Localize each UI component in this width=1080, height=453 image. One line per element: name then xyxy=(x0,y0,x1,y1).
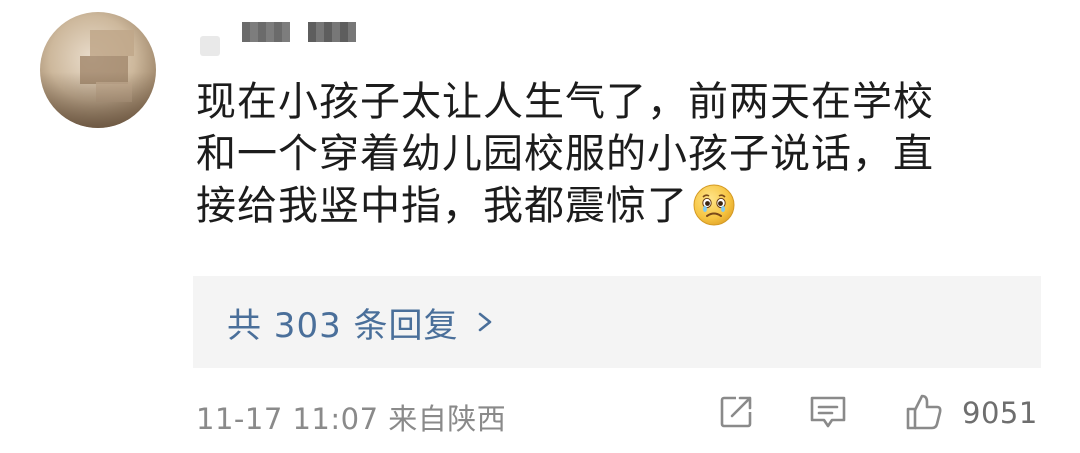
share-icon[interactable] xyxy=(716,392,756,432)
timestamp: 11-17 11:07 xyxy=(196,402,379,436)
thumbs-up-icon[interactable] xyxy=(904,392,944,432)
comment-icon[interactable] xyxy=(808,392,848,432)
comment-line: 现在小孩子太让人生气了，前两天在学校 xyxy=(196,79,934,125)
replies-count-label: 共 303 条回复 xyxy=(227,305,459,346)
sad-crying-face-emoji xyxy=(693,184,735,226)
username-mosaic xyxy=(200,36,220,56)
like-count: 9051 xyxy=(962,396,1038,430)
username-mosaic xyxy=(242,22,290,42)
comment-footer: 11-17 11:07 来自陕西 9051 xyxy=(196,392,1046,438)
location: 来自陕西 xyxy=(388,402,507,436)
view-replies-button[interactable]: 共 303 条回复 xyxy=(193,276,1041,368)
comment-line: 和一个穿着幼儿园校服的小孩子说话，直 xyxy=(196,131,934,177)
avatar[interactable] xyxy=(40,12,156,128)
chevron-right-icon xyxy=(478,312,491,332)
username-mosaic xyxy=(308,22,356,42)
comment-line: 接给我竖中指，我都震惊了 xyxy=(196,183,688,229)
comment-text: 现在小孩子太让人生气了，前两天在学校 和一个穿着幼儿园校服的小孩子说话，直 接给… xyxy=(196,76,1026,232)
avatar-mosaic xyxy=(90,30,134,56)
username-redacted[interactable] xyxy=(200,16,380,56)
comment-meta: 11-17 11:07 来自陕西 xyxy=(196,396,506,438)
avatar-shade xyxy=(40,72,156,128)
